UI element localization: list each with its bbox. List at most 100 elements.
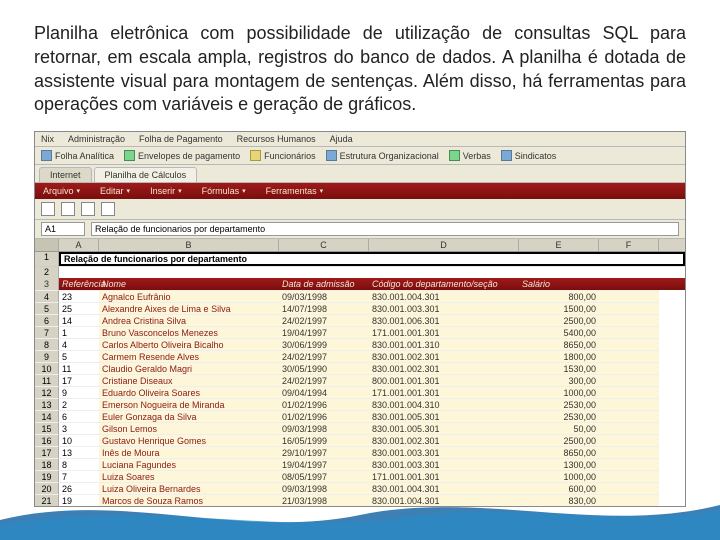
cell-date[interactable]: 19/04/1997: [279, 326, 369, 338]
cell-salary[interactable]: 1530,00: [519, 362, 599, 374]
row-number[interactable]: 17: [35, 446, 59, 458]
tb-verbas[interactable]: Verbas: [449, 150, 491, 161]
cell-date[interactable]: 01/02/1996: [279, 398, 369, 410]
cell-name[interactable]: Agnalco Eufrânio: [99, 290, 279, 302]
font-icon[interactable]: [101, 202, 115, 216]
cell-spare[interactable]: [599, 470, 659, 482]
cell-ref[interactable]: 4: [59, 338, 99, 350]
cell-date[interactable]: 01/02/1996: [279, 410, 369, 422]
cell-name[interactable]: Alexandre Aixes de Lima e Silva: [99, 302, 279, 314]
cell-spare[interactable]: [599, 422, 659, 434]
cell-ref[interactable]: 14: [59, 314, 99, 326]
cell-name[interactable]: Bruno Vasconcelos Menezes: [99, 326, 279, 338]
tb-envelopes[interactable]: Envelopes de pagamento: [124, 150, 240, 161]
row-number[interactable]: 5: [35, 302, 59, 314]
cell-dept[interactable]: 830.001.002.301: [369, 350, 519, 362]
cell-spare[interactable]: [599, 290, 659, 302]
cell-name[interactable]: Gilson Lemos: [99, 422, 279, 434]
sm-formulas[interactable]: Fórmulas▾: [202, 186, 246, 196]
cell-dept[interactable]: 830.001.004.301: [369, 290, 519, 302]
cell-date[interactable]: 09/04/1994: [279, 386, 369, 398]
cell-date[interactable]: 29/10/1997: [279, 446, 369, 458]
cell-salary[interactable]: 830,00: [519, 494, 599, 506]
cell-ref[interactable]: 11: [59, 362, 99, 374]
cell-dept[interactable]: 830.001.004.301: [369, 494, 519, 506]
cell-ref[interactable]: 10: [59, 434, 99, 446]
cell-salary[interactable]: 600,00: [519, 482, 599, 494]
cell-ref[interactable]: 19: [59, 494, 99, 506]
cell-name[interactable]: Eduardo Oliveira Soares: [99, 386, 279, 398]
menu-folha-pagamento[interactable]: Folha de Pagamento: [139, 134, 223, 144]
row-number[interactable]: 8: [35, 338, 59, 350]
cell-salary[interactable]: 50,00: [519, 422, 599, 434]
cell-name[interactable]: Gustavo Henrique Gomes: [99, 434, 279, 446]
cell-ref[interactable]: 6: [59, 410, 99, 422]
cell-dept[interactable]: 830.001.002.301: [369, 434, 519, 446]
row-number[interactable]: 19: [35, 470, 59, 482]
cell-date[interactable]: 16/05/1999: [279, 434, 369, 446]
cell-date[interactable]: 24/02/1997: [279, 314, 369, 326]
row-number[interactable]: 4: [35, 290, 59, 302]
cell-ref[interactable]: 17: [59, 374, 99, 386]
cell-ref[interactable]: 1: [59, 326, 99, 338]
cell-ref[interactable]: 3: [59, 422, 99, 434]
col-c[interactable]: C: [279, 239, 369, 251]
print-icon[interactable]: [81, 202, 95, 216]
row-number[interactable]: 2: [35, 266, 59, 278]
cell-ref[interactable]: 23: [59, 290, 99, 302]
tb-folha-analitica[interactable]: Folha Analítica: [41, 150, 114, 161]
col-d[interactable]: D: [369, 239, 519, 251]
cell-spare[interactable]: [599, 302, 659, 314]
cell-spare[interactable]: [599, 374, 659, 386]
cell-dept[interactable]: 830.001.001.310: [369, 338, 519, 350]
sheet-title-cell[interactable]: Relação de funcionarios por departamento: [59, 252, 685, 266]
row-number[interactable]: 16: [35, 434, 59, 446]
row-number[interactable]: 1: [35, 252, 59, 266]
col-a[interactable]: A: [59, 239, 99, 251]
cell-dept[interactable]: 830.001.003.301: [369, 458, 519, 470]
cell-name[interactable]: Luiza Oliveira Bernardes: [99, 482, 279, 494]
cell-name[interactable]: Claudio Geraldo Magri: [99, 362, 279, 374]
cell-name[interactable]: Inês de Moura: [99, 446, 279, 458]
cell-date[interactable]: 19/04/1997: [279, 458, 369, 470]
cell-spare[interactable]: [599, 386, 659, 398]
cell-date[interactable]: 14/07/1998: [279, 302, 369, 314]
cell-dept[interactable]: 830.001.004.310: [369, 398, 519, 410]
cell-dept[interactable]: 830.001.003.301: [369, 446, 519, 458]
cell-salary[interactable]: 8650,00: [519, 446, 599, 458]
formula-value[interactable]: Relação de funcionarios por departamento: [91, 222, 679, 236]
cell-salary[interactable]: 5400,00: [519, 326, 599, 338]
cell-dept[interactable]: 830.001.003.301: [369, 302, 519, 314]
cell-spare[interactable]: [599, 362, 659, 374]
corner-cell[interactable]: [35, 239, 59, 251]
menu-nix[interactable]: Nix: [41, 134, 54, 144]
cell-ref[interactable]: 8: [59, 458, 99, 470]
new-icon[interactable]: [41, 202, 55, 216]
tab-planilha[interactable]: Planilha de Cálculos: [94, 167, 198, 182]
cell-salary[interactable]: 1000,00: [519, 386, 599, 398]
row-number[interactable]: 11: [35, 374, 59, 386]
cell-spare[interactable]: [599, 338, 659, 350]
cell-ref[interactable]: 25: [59, 302, 99, 314]
row-number[interactable]: 9: [35, 350, 59, 362]
cell-date[interactable]: 24/02/1997: [279, 350, 369, 362]
row-number[interactable]: 21: [35, 494, 59, 506]
cell-dept[interactable]: 800.001.001.301: [369, 374, 519, 386]
cell-salary[interactable]: 2530,00: [519, 398, 599, 410]
cell-date[interactable]: 24/02/1997: [279, 374, 369, 386]
menu-recursos-humanos[interactable]: Recursos Humanos: [237, 134, 316, 144]
sm-editar[interactable]: Editar▾: [100, 186, 130, 196]
cell-ref[interactable]: 9: [59, 386, 99, 398]
cell-date[interactable]: 30/05/1990: [279, 362, 369, 374]
sm-arquivo[interactable]: Arquivo▾: [43, 186, 80, 196]
cell-date[interactable]: 09/03/1998: [279, 290, 369, 302]
cell-name[interactable]: Emerson Nogueira de Miranda: [99, 398, 279, 410]
cell-name[interactable]: Andrea Cristina Silva: [99, 314, 279, 326]
cell-dept[interactable]: 171.001.001.301: [369, 386, 519, 398]
open-icon[interactable]: [61, 202, 75, 216]
row-number[interactable]: 13: [35, 398, 59, 410]
cell-salary[interactable]: 2500,00: [519, 314, 599, 326]
tb-funcionarios[interactable]: Funcionários: [250, 150, 316, 161]
cell-dept[interactable]: 830.001.006.301: [369, 314, 519, 326]
row-number[interactable]: 7: [35, 326, 59, 338]
